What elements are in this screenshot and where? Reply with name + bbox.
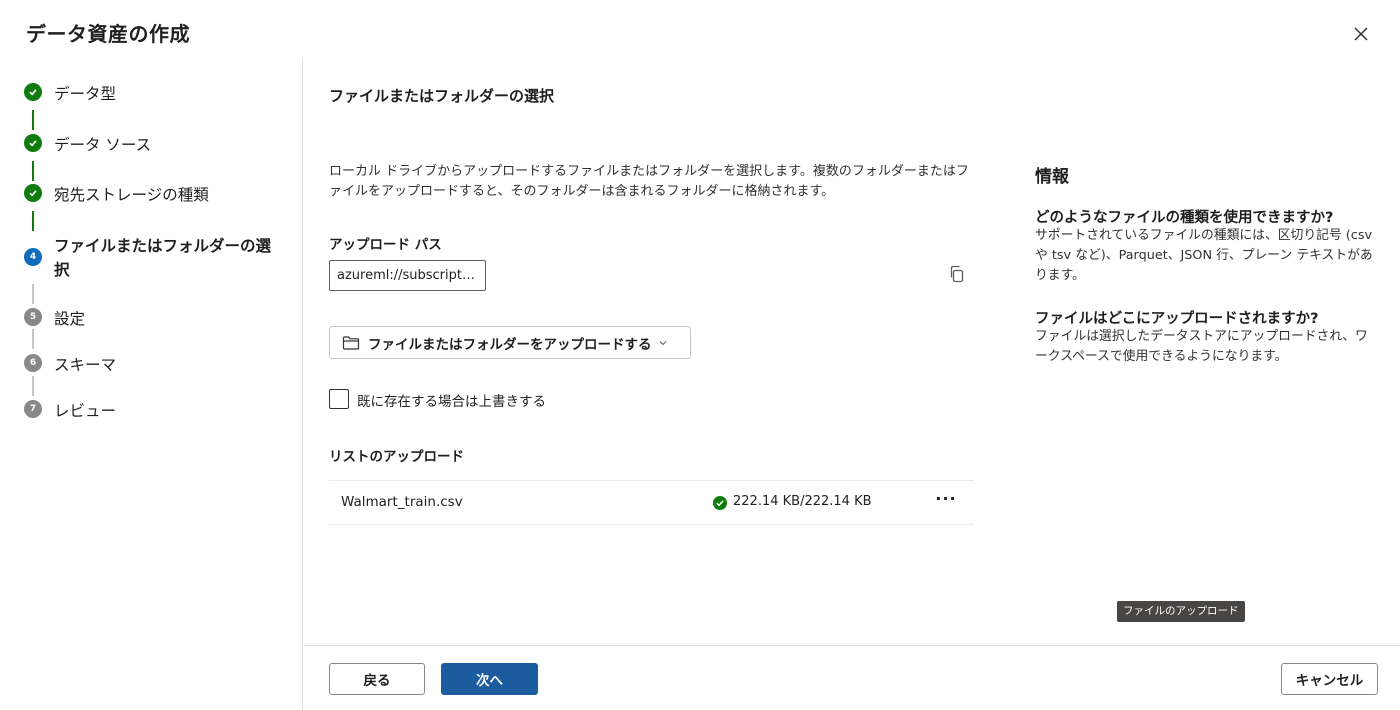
upload-button-label: ファイルまたはフォルダーをアップロードする [368, 336, 652, 353]
step-connector [32, 110, 34, 130]
step-connector [32, 161, 34, 181]
step-connector [32, 329, 34, 349]
back-button[interactable]: 戻る [329, 663, 425, 695]
step-data-type[interactable]: データ型 [24, 82, 116, 106]
step-label: ファイルまたはフォルダーの選択 [54, 237, 272, 279]
upload-list-item: Walmart_train.csv 222.14 KB/222.14 KB ··… [329, 480, 974, 525]
step-label: レビュー [54, 402, 117, 420]
check-circle-icon [24, 184, 42, 202]
step-data-source[interactable]: データ ソース [24, 133, 151, 157]
dialog-title: データ資産の作成 [26, 22, 190, 46]
chevron-down-icon [659, 340, 666, 345]
step-schema[interactable]: 6 スキーマ [24, 353, 116, 377]
step-file-or-folder[interactable]: 4 ファイルまたはフォルダーの選択 [24, 234, 284, 282]
info-answer: ファイルは選択したデータストアにアップロードされ、ワークスペースで使用できるよう… [1035, 329, 1368, 364]
steps-panel: データ型 データ ソース 宛先ストレージの種類 4 ファイルまたはフォルダーの選… [0, 58, 303, 710]
close-icon[interactable] [1350, 23, 1372, 45]
cancel-button[interactable]: キャンセル [1281, 663, 1378, 695]
info-question: どのようなファイルの種類を使用できますか? [1035, 210, 1334, 226]
upload-list-title: リストのアップロード [329, 449, 464, 465]
step-label: データ型 [54, 85, 117, 103]
check-circle-icon [713, 496, 727, 510]
upload-status: 222.14 KB/222.14 KB [733, 494, 872, 509]
step-label: データ ソース [54, 136, 152, 154]
step-number-badge: 6 [24, 354, 42, 372]
footer-divider [304, 645, 1400, 646]
more-options-button[interactable]: ··· [934, 489, 958, 515]
step-number-badge: 5 [24, 308, 42, 326]
copy-icon[interactable] [947, 264, 967, 284]
next-button[interactable]: 次へ [441, 663, 538, 695]
overwrite-checkbox[interactable] [329, 389, 349, 409]
step-connector [32, 211, 34, 231]
step-number-badge: 7 [24, 400, 42, 418]
overwrite-label: 既に存在する場合は上書きする [357, 394, 546, 410]
step-label: スキーマ [54, 356, 117, 374]
folder-icon [342, 335, 360, 350]
tooltip: ファイルのアップロード [1117, 601, 1245, 622]
file-name: Walmart_train.csv [341, 494, 463, 510]
step-label: 宛先ストレージの種類 [54, 186, 209, 204]
step-connector [32, 284, 34, 304]
step-label: 設定 [54, 310, 86, 328]
section-description: ローカル ドライブからアップロードするファイルまたはフォルダーを選択します。複数… [329, 164, 969, 199]
upload-path-label: アップロード パス [329, 237, 442, 253]
step-number-badge: 4 [24, 248, 42, 266]
upload-path-input[interactable] [329, 260, 486, 291]
section-title: ファイルまたはフォルダーの選択 [329, 87, 555, 105]
info-title: 情報 [1035, 167, 1069, 187]
step-settings[interactable]: 5 設定 [24, 307, 85, 331]
check-circle-icon [24, 83, 42, 101]
step-connector [32, 376, 34, 396]
step-destination-storage[interactable]: 宛先ストレージの種類 [24, 183, 209, 207]
step-review[interactable]: 7 レビュー [24, 399, 116, 423]
check-circle-icon [24, 134, 42, 152]
upload-files-or-folder-button[interactable]: ファイルまたはフォルダーをアップロードする [329, 326, 691, 359]
info-answer: サポートされているファイルの種類には、区切り記号 (csv や tsv など)、… [1035, 228, 1373, 283]
info-question: ファイルはどこにアップロードされますか? [1035, 311, 1319, 327]
